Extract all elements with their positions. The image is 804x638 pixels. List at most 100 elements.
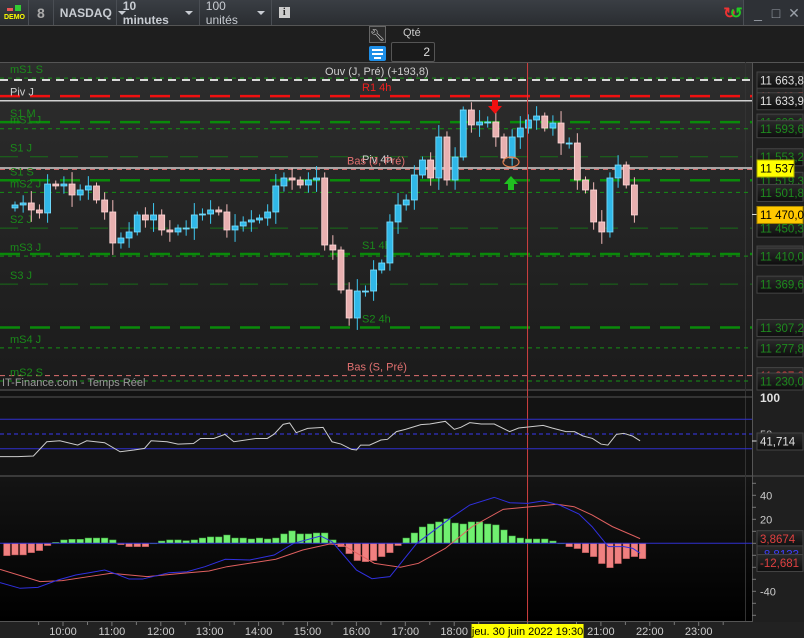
rsi-current-label: 41,714: [756, 432, 804, 451]
candle: [321, 172, 329, 251]
candle-body: [451, 156, 459, 181]
time-label: 14:00: [245, 626, 273, 638]
candle: [443, 131, 451, 186]
price-label-text: -12,681: [760, 558, 799, 570]
instrument-select[interactable]: NASDAQ: [54, 0, 126, 25]
info-button[interactable]: i: [272, 0, 297, 25]
refresh-button[interactable]: ↻ ↺: [723, 0, 743, 25]
candle-body: [158, 214, 166, 231]
close-button[interactable]: ✕: [786, 5, 802, 21]
candle: [337, 246, 345, 294]
candle-body: [541, 115, 549, 129]
level-label: mS1 S: [10, 64, 43, 76]
candle-body: [44, 183, 51, 214]
candle-body: [52, 183, 60, 187]
candle-body: [84, 185, 92, 191]
histogram-bar: [427, 523, 435, 544]
instrument-label: NASDAQ: [59, 5, 112, 20]
refresh-icon-green: ↺: [730, 4, 743, 22]
histogram-bar: [223, 534, 231, 544]
candle-body: [370, 269, 378, 292]
level-label: S2 4h: [362, 313, 391, 325]
level-label: R1 4h: [362, 82, 391, 94]
minimize-button[interactable]: _: [750, 5, 766, 21]
qty-input[interactable]: [391, 42, 435, 62]
price-label-text: 11 230,0: [760, 377, 804, 389]
toolbar: DEMO 8 NASDAQ 10 minutes 100 unités i ↻ ↺…: [0, 0, 804, 27]
units-select[interactable]: 100 unités: [200, 0, 272, 27]
histogram-bar: [508, 535, 516, 544]
axis-label: 11 410,0: [756, 247, 804, 266]
chevron-down-icon: [256, 10, 265, 15]
histogram-bar: [476, 521, 484, 544]
time-label: 10:00: [49, 626, 77, 638]
histogram-bar: [410, 532, 418, 544]
chain-link-icon: 8: [37, 4, 45, 21]
axis-label: 11 593,6: [756, 120, 804, 139]
time-label: 13:00: [196, 626, 224, 638]
candle-body: [516, 127, 524, 138]
candle-body: [109, 211, 117, 244]
candle-body: [19, 202, 27, 206]
candle-body: [459, 109, 467, 158]
axis-label: 11 369,6: [756, 275, 804, 294]
candle-body: [378, 262, 386, 271]
price-label-text: 11 307,2: [760, 323, 804, 335]
histogram-bar: [622, 543, 630, 559]
candle-body: [492, 121, 500, 138]
candle-body: [573, 142, 581, 181]
price-axis: 11 663,811 640,511 633,911 603,111 593,6…: [752, 71, 804, 616]
candle-body: [533, 115, 540, 121]
macd-axis-label: 40: [760, 490, 772, 502]
price-label-text: 11 470,0: [760, 210, 804, 222]
time-label: 12:00: [147, 626, 175, 638]
info-icon: i: [278, 7, 290, 18]
keyboard-button[interactable]: [369, 46, 386, 61]
histogram-bar: [215, 536, 223, 544]
candle-body: [614, 164, 622, 179]
price-label-text: 11 663,8: [760, 76, 804, 88]
histogram-bar: [386, 543, 394, 553]
demo-icon: DEMO: [4, 3, 25, 23]
settings-button[interactable]: 🔧︎: [369, 26, 386, 43]
histogram-bar: [109, 539, 117, 544]
timeframe-select[interactable]: 10 minutes: [117, 0, 200, 27]
time-label: 22:00: [636, 626, 664, 638]
price-label-text: 11 369,6: [760, 280, 804, 292]
histogram-bar: [598, 543, 606, 564]
histogram-bar: [60, 539, 68, 544]
axis-label: 11 633,9: [756, 92, 804, 111]
candle-body: [345, 289, 353, 319]
histogram-bar: [141, 543, 149, 547]
candle-body: [362, 290, 369, 293]
candle-body: [525, 119, 532, 129]
histogram-bar: [573, 543, 581, 549]
chart-canvas[interactable]: mS1 S Ouv (J, Pré) (+193,8)R1 4hPiv JS1 M…: [0, 0, 804, 638]
level-label: S2 J: [10, 214, 32, 226]
price-label-text: 11 537: [760, 163, 794, 175]
rsi-axis-max: 100: [760, 391, 780, 405]
candle-body: [239, 221, 247, 227]
candle-body: [27, 202, 35, 211]
signal-current-label: 3,8674: [756, 530, 804, 549]
histogram-bar: [68, 539, 76, 544]
candle-body: [606, 177, 614, 233]
histogram-bar: [125, 543, 133, 547]
candle-body: [296, 179, 304, 186]
candle-body: [353, 290, 361, 319]
maximize-button[interactable]: □: [768, 5, 784, 21]
candle-body: [280, 177, 288, 187]
level-label: mS3 J: [10, 242, 41, 254]
candle-body: [435, 136, 443, 179]
price-label-text: 11 633,9: [760, 96, 804, 108]
candle-body: [190, 214, 198, 229]
wrench-icon: 🔧︎: [370, 28, 386, 42]
qty-label: Qté: [403, 27, 421, 39]
level-label: mS4 J: [10, 334, 41, 346]
price-label-text: 11 277,8: [760, 343, 804, 355]
candle-body: [11, 204, 19, 209]
link-button[interactable]: 8: [29, 0, 54, 25]
candle-body: [631, 184, 638, 216]
time-label: 17:00: [392, 626, 420, 638]
candle-body: [500, 136, 508, 159]
